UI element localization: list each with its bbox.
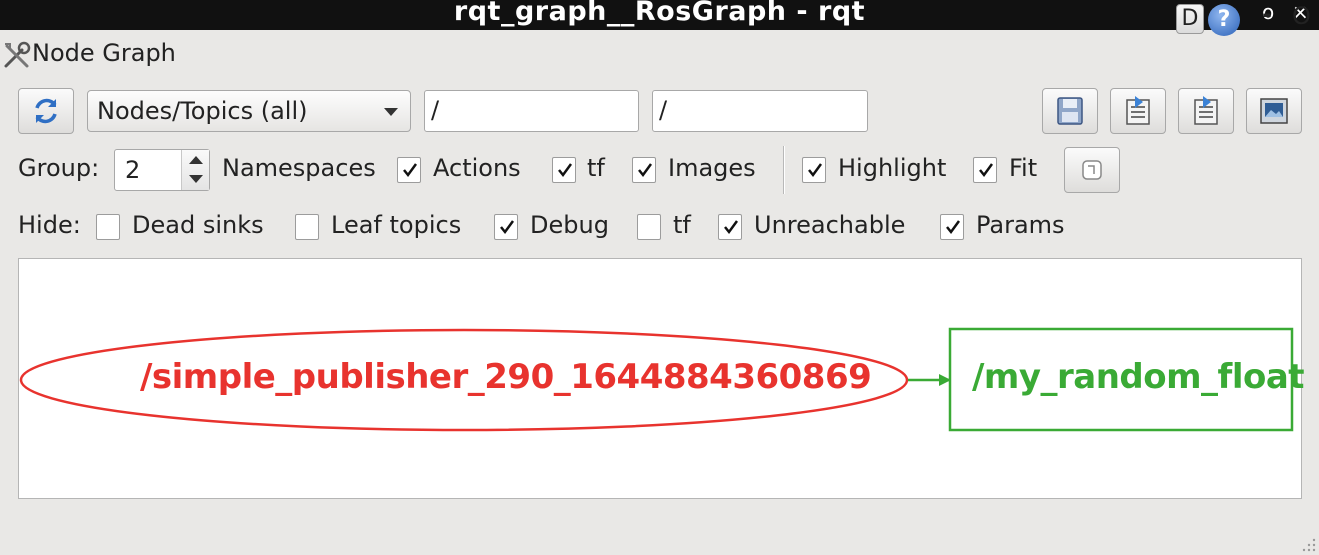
tf-hide-label: tf — [673, 211, 691, 239]
floppy-icon — [1057, 97, 1083, 125]
checkmark-icon — [979, 163, 994, 178]
namespaces-label: Namespaces — [222, 154, 376, 182]
checkmark-icon — [946, 220, 961, 235]
unreachable-checkbox[interactable] — [718, 214, 742, 240]
group-value: 2 — [125, 156, 141, 184]
tf-hide-checkbox[interactable] — [637, 214, 661, 240]
topic-label[interactable]: /my_random_float — [972, 357, 1305, 397]
save-as-icon — [1126, 96, 1150, 125]
save-as-icon — [1194, 96, 1218, 125]
node-label[interactable]: /simple_publisher_290_1644884360869 — [140, 357, 872, 397]
fit-label: Fit — [1009, 154, 1038, 182]
actions-checkbox[interactable] — [552, 157, 576, 183]
fit-checkbox[interactable] — [973, 157, 997, 183]
params-checkbox[interactable] — [940, 214, 964, 240]
window-title: rqt_graph__RosGraph - rqt — [453, 0, 866, 27]
checkmark-icon — [500, 220, 515, 235]
save-svg-button[interactable] — [1178, 88, 1234, 134]
resize-grip-icon[interactable] — [1299, 535, 1317, 553]
graph-mode-combo[interactable]: Nodes/Topics (all) — [87, 90, 411, 132]
plugin-title: Node Graph — [32, 39, 176, 67]
checkmark-icon — [558, 163, 573, 178]
graph-canvas[interactable]: /simple_publisher_290_1644884360869 /my_… — [18, 258, 1305, 499]
highlight-checkbox[interactable] — [802, 157, 826, 183]
dead-sinks-checkbox[interactable] — [96, 214, 120, 240]
tf-group-label: tf — [587, 154, 605, 182]
unreachable-label: Unreachable — [754, 211, 906, 239]
dock-button[interactable]: D — [1176, 4, 1204, 34]
image-icon — [1260, 98, 1288, 124]
leaf-topics-checkbox[interactable] — [295, 214, 319, 240]
chevron-up-icon — [189, 156, 203, 164]
checkmark-icon — [808, 163, 823, 178]
fit-in-view-button[interactable] — [1064, 147, 1120, 193]
tools-icon — [4, 41, 31, 68]
save-image-button[interactable] — [1246, 88, 1302, 134]
save-dot-button[interactable] — [1110, 88, 1166, 134]
toolbar-separator — [783, 146, 785, 194]
highlight-label: Highlight — [838, 154, 947, 182]
zoom-fit-icon — [1082, 160, 1102, 180]
plugin-close-button[interactable]: O — [1292, 2, 1311, 30]
namespaces-checkbox[interactable] — [397, 157, 421, 183]
chevron-down-icon — [189, 175, 203, 183]
group-stepper[interactable] — [181, 150, 209, 190]
refresh-icon — [35, 98, 57, 124]
plugin-minimize-button[interactable]: - — [1262, 0, 1272, 28]
refresh-button[interactable] — [18, 88, 74, 134]
help-button[interactable]: ? — [1208, 4, 1240, 36]
node-filter-input[interactable]: / — [424, 90, 639, 132]
window-titlebar[interactable]: rqt_graph__RosGraph - rqt o × — [0, 0, 1319, 30]
plugin-header: Node Graph — [0, 36, 1319, 76]
load-dot-button[interactable] — [1042, 88, 1098, 134]
hide-label: Hide: — [18, 211, 81, 239]
graph-mode-value: Nodes/Topics (all) — [97, 97, 308, 125]
group-label: Group: — [18, 154, 100, 182]
params-label: Params — [976, 211, 1065, 239]
checkmark-icon — [403, 163, 418, 178]
dead-sinks-label: Dead sinks — [132, 211, 264, 239]
debug-label: Debug — [530, 211, 609, 239]
debug-checkbox[interactable] — [494, 214, 518, 240]
actions-label: Actions — [433, 154, 521, 182]
checkmark-icon — [724, 220, 739, 235]
chevron-down-icon — [384, 108, 398, 116]
topic-filter-input[interactable]: / — [652, 90, 868, 132]
group-spinbox[interactable]: 2 — [114, 149, 210, 191]
checkmark-icon — [638, 163, 653, 178]
tf-group-checkbox[interactable] — [632, 157, 656, 183]
leaf-topics-label: Leaf topics — [331, 211, 462, 239]
images-label: Images — [668, 154, 756, 182]
